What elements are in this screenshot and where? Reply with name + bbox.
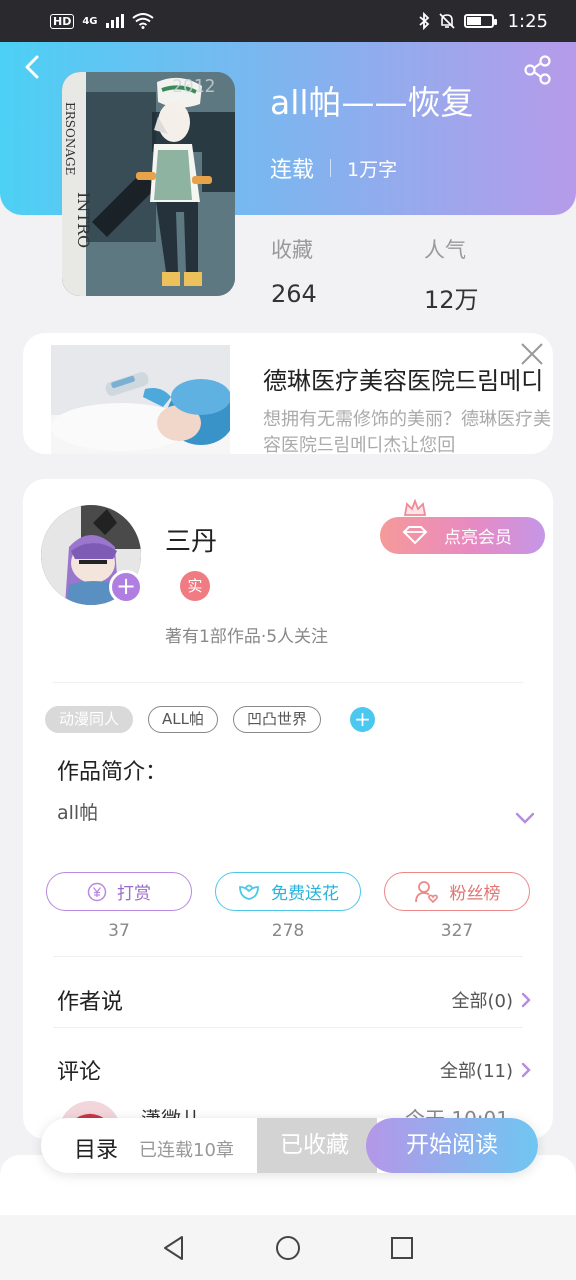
reward-label: 打赏 — [117, 884, 151, 904]
author-says-title: 作者说 — [57, 990, 124, 1015]
divider — [53, 682, 523, 683]
back-arrow-icon[interactable] — [20, 54, 46, 80]
reward-button[interactable]: 打赏 — [46, 872, 192, 911]
tag-item[interactable]: 动漫同人 — [45, 706, 134, 733]
share-icon[interactable] — [522, 54, 554, 86]
popularity-stat: 人气 12万 — [424, 234, 479, 315]
send-flower-label: 免费送花 — [271, 884, 339, 904]
comments-title: 评论 — [57, 1060, 102, 1085]
flower-count: 278 — [271, 921, 305, 941]
cover-text-3: 2012 — [172, 76, 215, 97]
ad-image — [51, 345, 230, 454]
back-triangle-icon[interactable] — [160, 1234, 188, 1262]
chevron-down-icon[interactable] — [515, 811, 535, 825]
start-reading-button[interactable]: 开始阅读 — [366, 1118, 538, 1173]
author-stats: 著有1部作品·5人关注 — [165, 627, 329, 647]
serial-status: 连载 — [270, 158, 315, 183]
flower-icon — [239, 884, 259, 900]
book-detail-card: + 三丹 实 著有1部作品·5人关注 点亮会员 动漫同人 ALL帕 凹凸世界 +… — [23, 479, 553, 1139]
network-type: 4G — [82, 15, 98, 27]
comments-all-link[interactable]: 全部(11) — [440, 1057, 531, 1083]
cover-art: ERSONAGE INTRO 2012 — [62, 72, 235, 296]
diamond-icon — [402, 526, 428, 545]
status-time: 1:25 — [507, 10, 548, 32]
home-circle-icon[interactable] — [274, 1234, 302, 1262]
verified-badge: 实 — [180, 571, 210, 601]
ad-description: 想拥有无需修饰的美丽？德琳医疗美容医院드림메디杰让您回 — [263, 409, 551, 454]
favorited-button[interactable]: 已收藏 — [257, 1118, 377, 1173]
popularity-label: 人气 — [424, 238, 466, 262]
chevron-right-icon — [521, 992, 531, 1008]
ad-title: 德琳医疗美容医院드림메디 — [263, 367, 544, 395]
book-meta: 连载 1万字 — [270, 152, 397, 184]
intro-text: all帕 — [57, 802, 99, 824]
battery-icon — [463, 14, 497, 28]
divider — [53, 1027, 523, 1028]
vip-member-button[interactable]: 点亮会员 — [380, 517, 545, 554]
divider — [53, 956, 523, 957]
crown-icon — [403, 499, 427, 516]
fan-count: 327 — [440, 921, 474, 941]
wifi-icon — [131, 13, 154, 29]
send-flower-button[interactable]: 免费送花 — [215, 872, 361, 911]
reward-count: 37 — [108, 921, 130, 941]
author-says-all-link[interactable]: 全部(0) — [452, 987, 532, 1013]
cover-text-1: ERSONAGE — [63, 102, 77, 175]
recents-square-icon[interactable] — [388, 1234, 416, 1262]
add-tag-button[interactable]: + — [350, 707, 376, 732]
system-nav-bar — [0, 1215, 576, 1280]
chevron-right-icon — [521, 1062, 531, 1078]
comments-all-label: 全部(11) — [440, 1061, 513, 1082]
close-icon[interactable] — [519, 341, 545, 367]
favorites-value: 264 — [271, 280, 317, 308]
popularity-value: 12万 — [424, 286, 479, 314]
signal-icon — [105, 14, 124, 28]
book-title: all帕——恢复 — [270, 83, 474, 122]
fan-ranking-button[interactable]: 粉丝榜 — [384, 872, 530, 911]
tag-item[interactable]: ALL帕 — [148, 706, 218, 733]
book-cover[interactable]: ERSONAGE INTRO 2012 — [62, 72, 235, 296]
fan-ranking-label: 粉丝榜 — [449, 884, 501, 904]
author-name[interactable]: 三丹 — [165, 521, 217, 558]
user-heart-icon — [414, 880, 438, 903]
tag-list: 动漫同人 ALL帕 凹凸世界 + — [45, 706, 376, 733]
toc-button[interactable]: 目录 — [74, 1132, 118, 1164]
vip-label: 点亮会员 — [444, 528, 512, 548]
hd-badge: HD — [50, 13, 75, 29]
intro-title: 作品简介： — [57, 760, 168, 785]
author-says-all-label: 全部(0) — [451, 991, 514, 1012]
bottom-action-bar: 目录 已连载10章 已收藏 开始阅读 — [41, 1118, 538, 1173]
mute-bell-icon — [438, 13, 455, 29]
meta-separator — [330, 159, 332, 177]
word-count: 1万字 — [347, 158, 398, 181]
tag-item[interactable]: 凹凸世界 — [233, 706, 322, 733]
ad-banner[interactable]: 德琳医疗美容医院드림메디 想拥有无需修饰的美丽？德琳医疗美容医院드림메디杰让您回 — [23, 333, 553, 454]
status-bar: HD 4G 1:25 — [0, 0, 576, 42]
favorites-label: 收藏 — [271, 238, 313, 262]
cover-text-2: INTRO — [74, 192, 93, 248]
follow-plus-button[interactable]: + — [109, 570, 143, 604]
bluetooth-icon — [418, 12, 429, 30]
yen-icon — [87, 882, 107, 901]
chapter-count: 已连载10章 — [139, 1140, 234, 1161]
favorites-stat: 收藏 264 — [271, 234, 317, 308]
